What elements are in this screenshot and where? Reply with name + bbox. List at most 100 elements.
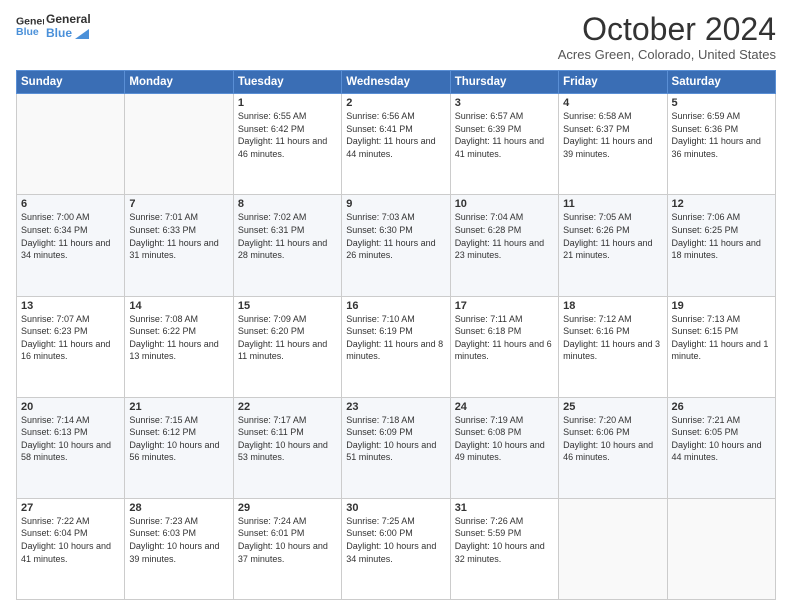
calendar-cell: 13Sunrise: 7:07 AM Sunset: 6:23 PM Dayli… <box>17 296 125 397</box>
day-number: 22 <box>238 401 337 413</box>
calendar-cell: 16Sunrise: 7:10 AM Sunset: 6:19 PM Dayli… <box>342 296 450 397</box>
day-number: 24 <box>455 401 554 413</box>
day-info: Sunrise: 7:18 AM Sunset: 6:09 PM Dayligh… <box>346 414 445 464</box>
day-info: Sunrise: 7:11 AM Sunset: 6:18 PM Dayligh… <box>455 313 554 363</box>
day-info: Sunrise: 7:25 AM Sunset: 6:00 PM Dayligh… <box>346 515 445 565</box>
calendar-week-4: 20Sunrise: 7:14 AM Sunset: 6:13 PM Dayli… <box>17 397 776 498</box>
day-number: 12 <box>672 198 771 210</box>
day-number: 31 <box>455 502 554 514</box>
day-info: Sunrise: 7:19 AM Sunset: 6:08 PM Dayligh… <box>455 414 554 464</box>
day-number: 26 <box>672 401 771 413</box>
calendar-cell: 14Sunrise: 7:08 AM Sunset: 6:22 PM Dayli… <box>125 296 233 397</box>
calendar-cell: 7Sunrise: 7:01 AM Sunset: 6:33 PM Daylig… <box>125 195 233 296</box>
day-number: 7 <box>129 198 228 210</box>
weekday-wednesday: Wednesday <box>342 71 450 94</box>
calendar-cell: 15Sunrise: 7:09 AM Sunset: 6:20 PM Dayli… <box>233 296 341 397</box>
day-number: 2 <box>346 97 445 109</box>
calendar-cell: 26Sunrise: 7:21 AM Sunset: 6:05 PM Dayli… <box>667 397 775 498</box>
day-number: 30 <box>346 502 445 514</box>
calendar-cell: 20Sunrise: 7:14 AM Sunset: 6:13 PM Dayli… <box>17 397 125 498</box>
logo-blue: Blue <box>46 26 91 40</box>
day-info: Sunrise: 7:10 AM Sunset: 6:19 PM Dayligh… <box>346 313 445 363</box>
calendar-cell: 27Sunrise: 7:22 AM Sunset: 6:04 PM Dayli… <box>17 498 125 599</box>
weekday-saturday: Saturday <box>667 71 775 94</box>
calendar-cell: 24Sunrise: 7:19 AM Sunset: 6:08 PM Dayli… <box>450 397 558 498</box>
weekday-monday: Monday <box>125 71 233 94</box>
day-info: Sunrise: 6:57 AM Sunset: 6:39 PM Dayligh… <box>455 110 554 160</box>
weekday-header-row: SundayMondayTuesdayWednesdayThursdayFrid… <box>17 71 776 94</box>
weekday-tuesday: Tuesday <box>233 71 341 94</box>
day-number: 19 <box>672 300 771 312</box>
day-info: Sunrise: 6:58 AM Sunset: 6:37 PM Dayligh… <box>563 110 662 160</box>
calendar-cell: 18Sunrise: 7:12 AM Sunset: 6:16 PM Dayli… <box>559 296 667 397</box>
day-info: Sunrise: 7:09 AM Sunset: 6:20 PM Dayligh… <box>238 313 337 363</box>
logo: General Blue General Blue <box>16 12 91 40</box>
calendar-cell <box>125 94 233 195</box>
svg-text:Blue: Blue <box>16 26 39 38</box>
month-title: October 2024 <box>558 12 776 47</box>
day-number: 28 <box>129 502 228 514</box>
logo-icon: General Blue <box>16 12 44 40</box>
day-info: Sunrise: 7:12 AM Sunset: 6:16 PM Dayligh… <box>563 313 662 363</box>
day-info: Sunrise: 7:26 AM Sunset: 5:59 PM Dayligh… <box>455 515 554 565</box>
day-info: Sunrise: 7:20 AM Sunset: 6:06 PM Dayligh… <box>563 414 662 464</box>
calendar-cell: 22Sunrise: 7:17 AM Sunset: 6:11 PM Dayli… <box>233 397 341 498</box>
logo-general: General <box>46 12 91 26</box>
day-info: Sunrise: 7:02 AM Sunset: 6:31 PM Dayligh… <box>238 211 337 261</box>
calendar-cell: 3Sunrise: 6:57 AM Sunset: 6:39 PM Daylig… <box>450 94 558 195</box>
day-number: 23 <box>346 401 445 413</box>
logo-arrow <box>75 29 89 39</box>
calendar-cell: 21Sunrise: 7:15 AM Sunset: 6:12 PM Dayli… <box>125 397 233 498</box>
day-info: Sunrise: 7:01 AM Sunset: 6:33 PM Dayligh… <box>129 211 228 261</box>
day-number: 27 <box>21 502 120 514</box>
day-info: Sunrise: 7:08 AM Sunset: 6:22 PM Dayligh… <box>129 313 228 363</box>
day-number: 17 <box>455 300 554 312</box>
day-info: Sunrise: 7:14 AM Sunset: 6:13 PM Dayligh… <box>21 414 120 464</box>
day-number: 14 <box>129 300 228 312</box>
calendar-cell: 17Sunrise: 7:11 AM Sunset: 6:18 PM Dayli… <box>450 296 558 397</box>
weekday-friday: Friday <box>559 71 667 94</box>
day-number: 29 <box>238 502 337 514</box>
title-block: October 2024 Acres Green, Colorado, Unit… <box>558 12 776 62</box>
calendar-cell: 1Sunrise: 6:55 AM Sunset: 6:42 PM Daylig… <box>233 94 341 195</box>
calendar-cell <box>559 498 667 599</box>
day-info: Sunrise: 7:17 AM Sunset: 6:11 PM Dayligh… <box>238 414 337 464</box>
location: Acres Green, Colorado, United States <box>558 47 776 62</box>
day-number: 1 <box>238 97 337 109</box>
calendar-cell: 25Sunrise: 7:20 AM Sunset: 6:06 PM Dayli… <box>559 397 667 498</box>
calendar-cell <box>17 94 125 195</box>
calendar-cell: 6Sunrise: 7:00 AM Sunset: 6:34 PM Daylig… <box>17 195 125 296</box>
calendar-cell: 23Sunrise: 7:18 AM Sunset: 6:09 PM Dayli… <box>342 397 450 498</box>
day-info: Sunrise: 7:24 AM Sunset: 6:01 PM Dayligh… <box>238 515 337 565</box>
day-info: Sunrise: 7:22 AM Sunset: 6:04 PM Dayligh… <box>21 515 120 565</box>
day-info: Sunrise: 7:23 AM Sunset: 6:03 PM Dayligh… <box>129 515 228 565</box>
day-info: Sunrise: 6:59 AM Sunset: 6:36 PM Dayligh… <box>672 110 771 160</box>
day-number: 13 <box>21 300 120 312</box>
day-number: 25 <box>563 401 662 413</box>
calendar-cell: 28Sunrise: 7:23 AM Sunset: 6:03 PM Dayli… <box>125 498 233 599</box>
day-info: Sunrise: 6:55 AM Sunset: 6:42 PM Dayligh… <box>238 110 337 160</box>
day-number: 11 <box>563 198 662 210</box>
day-number: 16 <box>346 300 445 312</box>
day-info: Sunrise: 7:06 AM Sunset: 6:25 PM Dayligh… <box>672 211 771 261</box>
day-number: 8 <box>238 198 337 210</box>
day-number: 18 <box>563 300 662 312</box>
calendar-cell: 11Sunrise: 7:05 AM Sunset: 6:26 PM Dayli… <box>559 195 667 296</box>
day-number: 20 <box>21 401 120 413</box>
calendar-cell: 9Sunrise: 7:03 AM Sunset: 6:30 PM Daylig… <box>342 195 450 296</box>
calendar-week-2: 6Sunrise: 7:00 AM Sunset: 6:34 PM Daylig… <box>17 195 776 296</box>
day-number: 4 <box>563 97 662 109</box>
day-number: 3 <box>455 97 554 109</box>
calendar-cell: 29Sunrise: 7:24 AM Sunset: 6:01 PM Dayli… <box>233 498 341 599</box>
calendar-week-5: 27Sunrise: 7:22 AM Sunset: 6:04 PM Dayli… <box>17 498 776 599</box>
header: General Blue General Blue October 2024 A… <box>16 12 776 62</box>
day-number: 6 <box>21 198 120 210</box>
calendar-cell: 5Sunrise: 6:59 AM Sunset: 6:36 PM Daylig… <box>667 94 775 195</box>
day-info: Sunrise: 7:00 AM Sunset: 6:34 PM Dayligh… <box>21 211 120 261</box>
day-info: Sunrise: 7:15 AM Sunset: 6:12 PM Dayligh… <box>129 414 228 464</box>
day-info: Sunrise: 7:07 AM Sunset: 6:23 PM Dayligh… <box>21 313 120 363</box>
calendar-cell: 12Sunrise: 7:06 AM Sunset: 6:25 PM Dayli… <box>667 195 775 296</box>
day-info: Sunrise: 6:56 AM Sunset: 6:41 PM Dayligh… <box>346 110 445 160</box>
calendar-week-1: 1Sunrise: 6:55 AM Sunset: 6:42 PM Daylig… <box>17 94 776 195</box>
calendar-table: SundayMondayTuesdayWednesdayThursdayFrid… <box>16 70 776 600</box>
